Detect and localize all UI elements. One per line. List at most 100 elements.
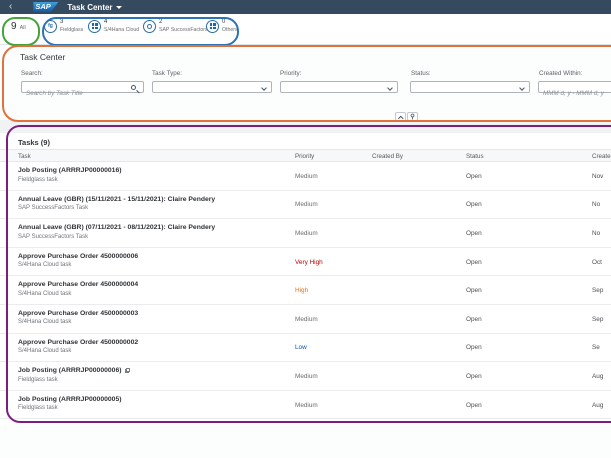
search-input[interactable] — [22, 89, 143, 99]
created-cell: No — [592, 219, 600, 248]
collapse-header-button[interactable] — [395, 112, 406, 121]
filter-panel: Task Center Search: Task Type: Priority:… — [0, 45, 611, 120]
search-icon[interactable] — [131, 85, 136, 90]
pin-header-button[interactable] — [407, 112, 418, 121]
task-title: Annual Leave (GBR) (07/11/2021 - 08/11/2… — [18, 224, 283, 231]
status-cell: Open — [466, 334, 482, 363]
tab-count: 4 — [104, 19, 139, 27]
priority-select[interactable] — [280, 81, 398, 93]
priority-cell: Low — [295, 334, 307, 363]
table-row[interactable]: Job Posting (ARRRJP00000005) Fieldglass … — [0, 391, 611, 420]
task-title: Job Posting (ARRRJP00000016) — [18, 167, 283, 174]
tab-count: 3 — [60, 19, 83, 27]
tab-count: 0 — [222, 19, 238, 27]
task-title-text: Job Posting (ARRRJP00000006) — [18, 367, 122, 374]
tab-s4hana-cloud[interactable]: 4 S/4Hana Cloud — [88, 19, 139, 33]
priority-label: Priority: — [280, 70, 301, 77]
created-cell: Aug — [592, 391, 603, 420]
sap-logo: SAP — [33, 2, 58, 12]
back-icon[interactable]: ‹ — [9, 2, 12, 12]
task-title: Approve Purchase Order 4500000004 — [18, 281, 283, 288]
created-cell: Sep — [592, 276, 603, 305]
status-label: Status: — [411, 70, 431, 77]
tab-fieldglass[interactable]: fg 3 Fieldglass — [44, 19, 83, 33]
created-cell: No — [592, 191, 600, 220]
table-body: Job Posting (ARRRJP00000016) Fieldglass … — [0, 162, 611, 419]
fieldglass-icon: fg — [44, 20, 57, 33]
created-cell: Se — [592, 334, 600, 363]
column-header-created-by: Created By — [372, 153, 403, 160]
table-row[interactable]: Annual Leave (GBR) (15/11/2021 - 15/11/2… — [0, 191, 611, 220]
app-title-menu[interactable]: Task Center — [67, 3, 121, 12]
priority-cell: High — [295, 276, 308, 305]
tab-count: 2 — [159, 19, 208, 27]
copy-icon — [125, 368, 131, 374]
task-title: Approve Purchase Order 4500000006 — [18, 253, 283, 260]
tab-successfactors[interactable]: 2 SAP SuccessFactors — [143, 19, 208, 33]
table-row[interactable]: Job Posting (ARRRJP00000016) Fieldglass … — [0, 162, 611, 191]
page-title: Task Center — [20, 52, 65, 62]
created-cell: Oct — [592, 248, 602, 277]
tab-label: SAP SuccessFactors — [159, 27, 208, 34]
status-cell: Open — [466, 305, 482, 334]
content-divider — [0, 120, 611, 133]
table-row[interactable]: Annual Leave (GBR) (07/11/2021 - 08/11/2… — [0, 219, 611, 248]
chevron-down-icon — [116, 6, 122, 9]
chevron-down-icon — [519, 85, 525, 91]
task-subtitle: Fieldglass task — [18, 177, 283, 183]
created-cell: Aug — [592, 362, 603, 391]
tab-all[interactable]: 9 All — [11, 21, 26, 32]
task-subtitle: Fieldglass task — [18, 377, 283, 383]
status-cell: Open — [466, 219, 482, 248]
tab-label: Fieldglass — [60, 27, 83, 34]
status-cell: Open — [466, 248, 482, 277]
priority-cell: Medium — [295, 362, 318, 391]
priority-cell: Medium — [295, 162, 318, 191]
search-field — [21, 81, 144, 93]
table-row[interactable]: Approve Purchase Order 4500000004 S/4Han… — [0, 276, 611, 305]
status-cell: Open — [466, 276, 482, 305]
status-select[interactable] — [410, 81, 530, 93]
created-cell: Nov — [592, 162, 603, 191]
chevron-down-icon — [387, 85, 393, 91]
status-cell: Open — [466, 362, 482, 391]
table-row[interactable]: Approve Purchase Order 4500000006 S/4Han… — [0, 248, 611, 277]
task-subtitle: S/4Hana Cloud task — [18, 291, 283, 297]
status-cell: Open — [466, 162, 482, 191]
tasks-panel: Tasks (9) Task Priority Created By Statu… — [0, 133, 611, 426]
priority-cell: Medium — [295, 219, 318, 248]
chevron-up-icon — [398, 115, 403, 120]
table-row[interactable]: Approve Purchase Order 4500000002 S/4Han… — [0, 334, 611, 363]
status-cell: Open — [466, 391, 482, 420]
priority-cell: Very High — [295, 248, 323, 277]
task-subtitle: Fieldglass task — [18, 405, 283, 411]
task-type-select[interactable] — [152, 81, 272, 93]
chevron-down-icon — [261, 85, 267, 91]
tab-others[interactable]: 0 Others — [206, 19, 238, 33]
table-row[interactable]: Approve Purchase Order 4500000003 S/4Han… — [0, 305, 611, 334]
created-cell: Sep — [592, 305, 603, 334]
created-within-field — [538, 81, 611, 93]
task-title: Annual Leave (GBR) (15/11/2021 - 15/11/2… — [18, 196, 283, 203]
status-cell: Open — [466, 191, 482, 220]
priority-cell: Medium — [295, 191, 318, 220]
grid-icon — [206, 20, 219, 33]
task-subtitle: S/4Hana Cloud task — [18, 262, 283, 268]
task-subtitle: SAP SuccessFactors Task — [18, 234, 283, 240]
table-row[interactable]: Job Posting (ARRRJP00000006) Fieldglass … — [0, 362, 611, 391]
created-within-input[interactable] — [539, 89, 611, 99]
created-within-label: Created Within: — [539, 70, 582, 77]
tab-all-count: 9 — [11, 21, 17, 32]
grid-icon — [88, 20, 101, 33]
priority-cell: Medium — [295, 391, 318, 420]
task-title: Approve Purchase Order 4500000002 — [18, 339, 283, 346]
pin-icon — [409, 113, 416, 120]
app-title-text: Task Center — [67, 3, 112, 12]
task-title: Job Posting (ARRRJP00000006) — [18, 367, 283, 374]
icon-tab-bar: 9 All fg 3 Fieldglass 4 S/4Hana Cloud 2 … — [0, 14, 611, 45]
column-header-task: Task — [18, 153, 31, 160]
column-header-priority: Priority — [295, 153, 314, 160]
shellbar: ‹ SAP Task Center — [0, 0, 611, 14]
successfactors-icon — [143, 20, 156, 33]
task-type-label: Task Type: — [152, 70, 182, 77]
